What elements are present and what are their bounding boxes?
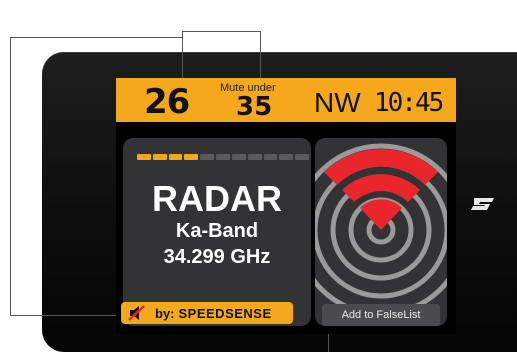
callout-line	[182, 31, 260, 32]
muted-by-label: by:	[155, 306, 175, 321]
signal-strength-segment	[247, 154, 262, 160]
signal-strength-segment	[152, 154, 167, 160]
callout-line	[10, 315, 122, 316]
signal-strength-segment	[184, 154, 199, 160]
signal-strength-segment	[216, 154, 230, 160]
signal-strength-segment	[168, 154, 183, 160]
alert-type: RADAR	[152, 178, 282, 219]
radar-panel	[315, 138, 447, 326]
current-speed: 26	[144, 82, 190, 122]
callout-line	[10, 37, 11, 315]
display-screen: 26 Mute under 35 NW 10:45 RADAR Ka-Band …	[116, 78, 456, 334]
signal-strength-segment	[137, 154, 151, 160]
signal-strength-segment	[279, 154, 294, 160]
muted-by-source: SPEEDSENSE	[178, 306, 272, 321]
status-bar: 26 Mute under 35 NW 10:45	[116, 78, 456, 122]
brand-logo-icon	[471, 198, 494, 210]
signal-strength-segment	[200, 154, 215, 160]
signal-strength-segment	[295, 154, 309, 160]
muted-by-text: by: SPEEDSENSE	[155, 306, 272, 321]
callout-line	[10, 37, 182, 38]
muted-by-bar: by: SPEEDSENSE	[121, 302, 293, 324]
signal-strength-segment	[231, 154, 246, 160]
signal-strength-meter	[137, 154, 309, 160]
clock: 10:45	[374, 88, 444, 118]
add-to-falselist-button[interactable]: Add to FalseList	[322, 304, 440, 326]
speaker-muted-icon	[128, 305, 145, 321]
alert-band: Ka-Band	[175, 220, 259, 242]
alert-panel: RADAR Ka-Band 34.299 GHz	[123, 138, 311, 326]
alert-frequency: 34.299 GHz	[163, 246, 271, 268]
radar-icon	[315, 143, 447, 317]
compass-direction: NW	[314, 87, 361, 118]
mute-under-value: 35	[236, 92, 273, 122]
signal-strength-segment	[263, 154, 278, 160]
